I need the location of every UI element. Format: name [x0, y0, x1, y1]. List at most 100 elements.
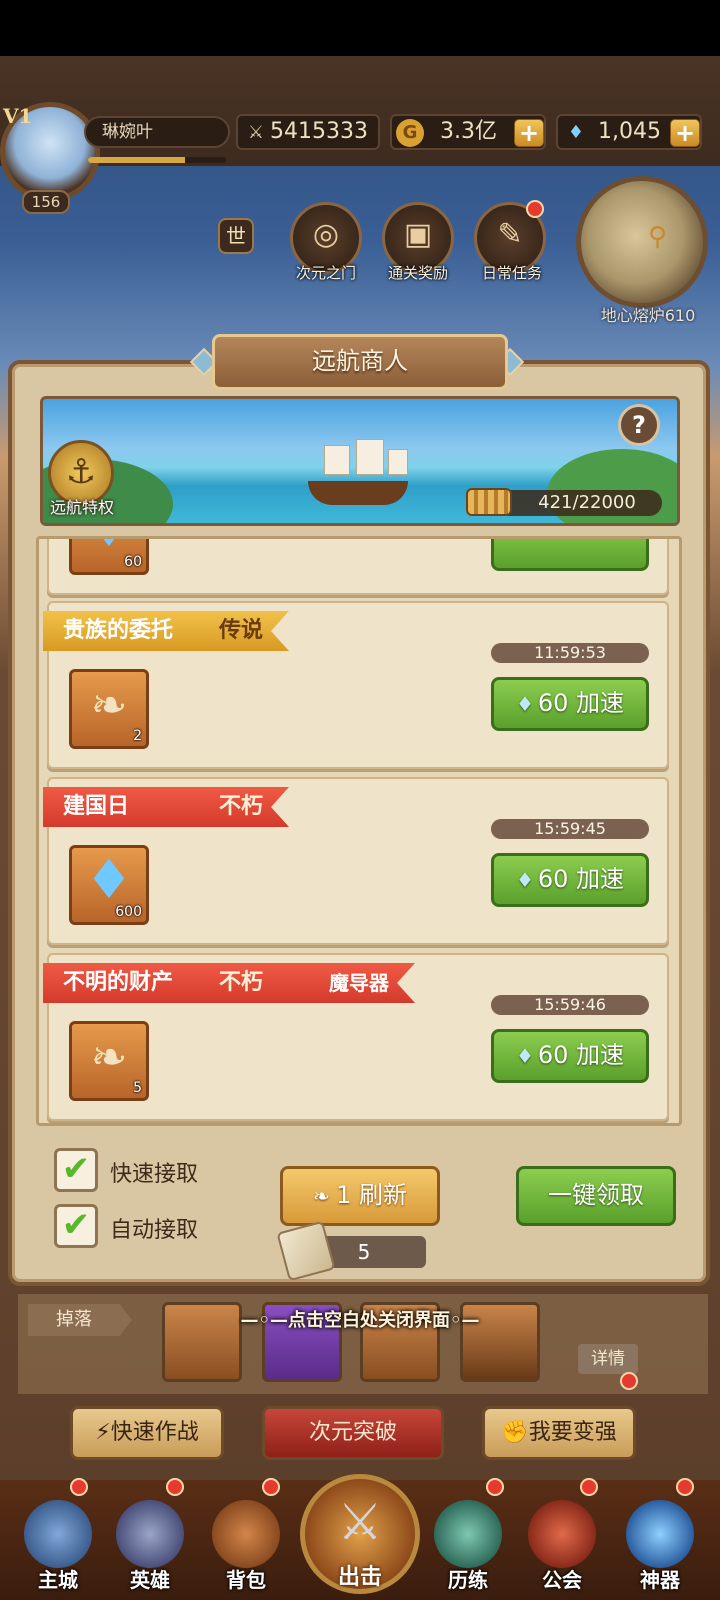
- quest-timer: 15:59:45: [491, 819, 649, 839]
- clear-reward-label: 通关奖励: [387, 264, 448, 282]
- map-location-label: 地心熔炉610: [600, 306, 696, 325]
- refresh-label: 1 刷新: [336, 1181, 408, 1209]
- quest-title: 贵族的委托: [63, 618, 174, 643]
- item-count: 2: [133, 728, 142, 744]
- diamond-icon: ♦: [84, 848, 134, 911]
- diamond-icon: ♦: [515, 1044, 534, 1068]
- item-slot[interactable]: ♦ 600: [69, 845, 149, 925]
- vip-badge: V1: [3, 104, 33, 128]
- nav-training[interactable]: 历练: [420, 1496, 516, 1596]
- power-value: 5415333: [270, 119, 368, 144]
- speed-up-label: 60 加速: [537, 865, 625, 893]
- quest-rarity: 不朽: [219, 794, 264, 819]
- details-button[interactable]: 详情: [578, 1344, 638, 1374]
- power-up-label: 我要变强: [528, 1420, 617, 1445]
- power-display: ⚔ 5415333: [236, 114, 380, 150]
- nav-backpack[interactable]: 背包: [198, 1496, 294, 1596]
- quick-accept-label: 快速接取: [110, 1162, 199, 1187]
- scroll-icon: ❧: [90, 680, 128, 731]
- quest-timer: 11:59:53: [491, 643, 649, 663]
- notification-dot: [676, 1478, 694, 1496]
- nav-label: 历练: [448, 1568, 488, 1592]
- gold-value: 3.3亿: [440, 119, 497, 144]
- telescope-icon: [466, 488, 512, 516]
- power-up-button[interactable]: ✊我要变强: [482, 1406, 636, 1460]
- player-name: 琳婉叶: [84, 116, 230, 148]
- helmet-icon: [116, 1500, 184, 1568]
- gem-value: 1,045: [598, 119, 661, 144]
- item-slot[interactable]: ❧ 5: [69, 1021, 149, 1101]
- nav-artifact[interactable]: 神器: [612, 1496, 708, 1596]
- quest-extra-tag: 魔导器: [329, 971, 389, 995]
- notification-dot: [620, 1372, 638, 1390]
- scroll-icon: ❧: [90, 1032, 128, 1083]
- player-level: 156: [22, 190, 70, 214]
- quest-rarity: 不朽: [219, 970, 264, 995]
- quest-timer: 15:59:46: [491, 995, 649, 1015]
- close-hint[interactable]: —◦—点击空白处关闭界面◦—: [160, 1306, 560, 1332]
- quest-ribbon: 贵族的委托 传说: [43, 611, 289, 651]
- add-gems-button[interactable]: +: [670, 119, 700, 147]
- quest-ribbon: 不明的财产 不朽 魔导器: [43, 963, 415, 1003]
- nav-heroes[interactable]: 英雄: [102, 1496, 198, 1596]
- speed-up-button-partial[interactable]: [491, 539, 649, 571]
- location-pin-icon: ⚲: [648, 222, 668, 252]
- daily-quest-label: 日常任务: [481, 264, 542, 282]
- quest-card: 不明的财产 不朽 魔导器 15:59:46 ❧ 5 ♦ 60 加速: [47, 953, 669, 1121]
- ship-illustration: [298, 439, 418, 509]
- lightning-icon: ⚡: [95, 1420, 111, 1445]
- refresh-button[interactable]: ❧ 1 刷新: [280, 1166, 440, 1226]
- game-screen: V1 156 琳婉叶 ⚔ 5415333 G 3.3亿 + ♦ 1,045 + …: [0, 0, 720, 1600]
- speed-up-button[interactable]: ♦ 60 加速: [491, 1029, 649, 1083]
- notification-dot: [580, 1478, 598, 1496]
- gold-coin-icon: G: [396, 119, 424, 147]
- notification-dot: [166, 1478, 184, 1496]
- speed-up-label: 60 加速: [537, 1041, 625, 1069]
- training-icon: [434, 1500, 502, 1568]
- add-gold-button[interactable]: +: [514, 119, 544, 147]
- quest-list[interactable]: ♦ 60 贵族的委托 传说 11:59:53 ❧ 2 ♦60 加速 建国日 不朽…: [36, 536, 682, 1126]
- quest-rarity: 传说: [219, 618, 264, 643]
- quick-battle-button[interactable]: ⚡快速作战: [70, 1406, 224, 1460]
- nav-label: 主城: [38, 1568, 78, 1592]
- scroll-icon: ❧: [312, 1184, 337, 1208]
- quick-accept-checkbox[interactable]: ✔: [54, 1148, 98, 1192]
- nav-label: 出击: [337, 1565, 382, 1590]
- speed-up-button[interactable]: ♦ 60 加速: [491, 853, 649, 907]
- item-count: 60: [124, 554, 142, 570]
- diamond-icon: ♦: [567, 122, 585, 143]
- voyage-progress: 421/22000: [490, 490, 662, 516]
- fist-icon: ✊: [501, 1420, 529, 1445]
- ship-sail: [324, 445, 350, 475]
- auto-accept-label: 自动接取: [110, 1218, 199, 1243]
- gold-display: G 3.3亿 +: [390, 114, 546, 150]
- auto-accept-checkbox[interactable]: ✔: [54, 1204, 98, 1248]
- minimap[interactable]: [576, 176, 708, 308]
- quest-title: 建国日: [63, 794, 130, 819]
- quest-card: 建国日 不朽 15:59:45 ♦ 600 ♦ 60 加速: [47, 777, 669, 945]
- exp-bar: [88, 157, 226, 163]
- nav-guild[interactable]: 公会: [514, 1496, 610, 1596]
- item-slot[interactable]: ♦ 60: [69, 539, 149, 575]
- breakthrough-button[interactable]: 次元突破: [262, 1406, 444, 1460]
- quest-card-partial: ♦ 60: [47, 539, 669, 595]
- diamond-icon: ♦: [515, 868, 534, 892]
- exp-fill: [88, 157, 185, 163]
- world-chat-button[interactable]: 世: [218, 218, 254, 254]
- quest-ribbon: 建国日 不朽: [43, 787, 289, 827]
- status-bar: [0, 0, 720, 56]
- notification-dot: [526, 200, 544, 218]
- crossed-swords-icon: ⚔: [337, 1493, 383, 1551]
- panel-title: 远航商人: [212, 334, 508, 390]
- nav-main-city[interactable]: 主城: [10, 1496, 106, 1596]
- item-slot[interactable]: ❧ 2: [69, 669, 149, 749]
- nav-battle[interactable]: ⚔ 出击: [300, 1474, 420, 1594]
- backpack-icon: [212, 1500, 280, 1568]
- help-button[interactable]: ?: [618, 404, 660, 446]
- nav-label: 公会: [542, 1568, 582, 1592]
- speed-up-button[interactable]: ♦ 60 加速: [491, 677, 649, 731]
- quest-scroll-icon: ✎: [497, 217, 523, 252]
- claim-all-button[interactable]: 一键领取: [516, 1166, 676, 1226]
- drops-label: 掉落: [28, 1304, 132, 1336]
- nav-label: 背包: [226, 1568, 266, 1592]
